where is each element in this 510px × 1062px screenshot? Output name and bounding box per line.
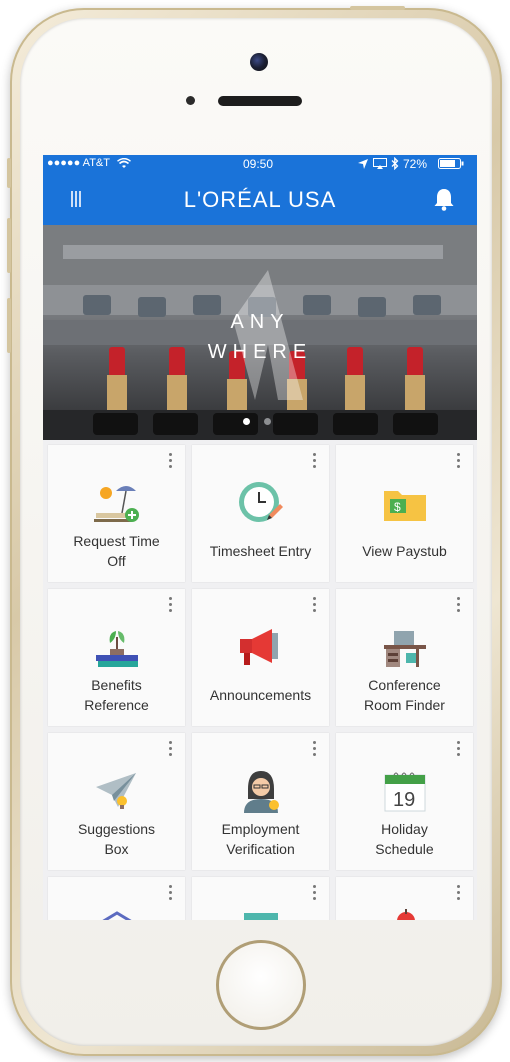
carrier-label: ●●●●● AT&T <box>47 157 110 169</box>
calendar-day: 19 <box>393 789 415 811</box>
more-options-icon[interactable] <box>313 885 317 903</box>
status-bar: ●●●●● AT&T 09:50 72% <box>43 155 477 173</box>
tile-view-paystub[interactable]: $ View Paystub <box>336 445 473 582</box>
desk-icon <box>384 631 426 667</box>
more-options-icon[interactable] <box>313 597 317 615</box>
hero-title-line1: ANY <box>230 311 290 333</box>
hero-banner[interactable]: ANY WHERE <box>43 225 477 440</box>
power-button <box>350 6 405 10</box>
clock-time: 09:50 <box>243 157 274 171</box>
tile-label: Employment Verification <box>221 821 300 857</box>
tile-label: Suggestions Box <box>77 821 156 857</box>
apple-icon <box>397 909 415 920</box>
calendar-icon: 19 <box>384 772 426 812</box>
bell-icon[interactable] <box>433 187 455 211</box>
tile-partial[interactable] <box>336 877 473 920</box>
volume-up-button <box>7 218 11 273</box>
tile-label: Announcements <box>209 687 312 703</box>
tile-announcements[interactable]: Announcements <box>192 589 329 726</box>
tile-employment-verification[interactable]: Employment Verification <box>192 733 329 870</box>
more-options-icon[interactable] <box>169 885 173 903</box>
carousel-dot-active[interactable] <box>243 418 250 425</box>
location-icon <box>358 158 368 172</box>
app-screen: ●●●●● AT&T 09:50 72% L'ORÉAL USA ANY WHE… <box>43 155 477 920</box>
mute-switch <box>7 158 11 188</box>
tile-label: Holiday Schedule <box>375 821 434 857</box>
app-header: L'ORÉAL USA <box>43 173 477 225</box>
megaphone-icon <box>240 629 278 665</box>
more-options-icon[interactable] <box>169 597 173 615</box>
more-options-icon[interactable] <box>169 453 173 471</box>
plant-books-icon <box>96 631 138 667</box>
home-button[interactable] <box>216 940 306 1030</box>
wifi-icon <box>117 157 131 172</box>
app-tile-grid: Request Time Off Timesheet Entry $ View P… <box>43 440 477 920</box>
tile-partial[interactable] <box>192 877 329 920</box>
more-options-icon[interactable] <box>457 597 461 615</box>
tile-conference-room-finder[interactable]: Conference Room Finder <box>336 589 473 726</box>
carousel-dot[interactable] <box>264 418 271 425</box>
document-icon <box>244 913 278 920</box>
carousel-dots <box>243 412 285 430</box>
beach-icon <box>94 486 139 522</box>
front-camera <box>250 53 268 71</box>
tile-label: Conference Room Finder <box>364 677 445 713</box>
proximity-sensor <box>186 96 195 105</box>
more-options-icon[interactable] <box>457 741 461 759</box>
more-options-icon[interactable] <box>313 453 317 471</box>
svg-text:$: $ <box>394 500 401 514</box>
battery-percent: 72% <box>403 157 428 171</box>
more-options-icon[interactable] <box>313 741 317 759</box>
tile-request-time-off[interactable]: Request Time Off <box>48 445 185 582</box>
tile-suggestions-box[interactable]: Suggestions Box <box>48 733 185 870</box>
tile-label: Timesheet Entry <box>209 543 312 559</box>
battery-icon <box>438 158 464 172</box>
clock-icon <box>239 482 283 522</box>
person-icon <box>244 771 279 813</box>
tile-holiday-schedule[interactable]: 19 Holiday Schedule <box>336 733 473 870</box>
airplay-icon <box>373 158 387 172</box>
tile-label: Benefits Reference <box>84 677 149 713</box>
bluetooth-icon <box>391 156 399 173</box>
more-options-icon[interactable] <box>457 885 461 903</box>
brand-logo: L'ORÉAL USA <box>183 187 337 212</box>
tile-label: View Paystub <box>362 543 447 559</box>
folder-dollar-icon: $ <box>384 491 426 521</box>
tile-benefits-reference[interactable]: Benefits Reference <box>48 589 185 726</box>
more-options-icon[interactable] <box>169 741 173 759</box>
volume-down-button <box>7 298 11 353</box>
tile-timesheet-entry[interactable]: Timesheet Entry <box>192 445 329 582</box>
more-options-icon[interactable] <box>457 453 461 471</box>
earpiece-speaker <box>218 96 302 106</box>
tile-partial[interactable] <box>48 877 185 920</box>
tile-label: Request Time Off <box>73 533 160 569</box>
paper-plane-icon <box>96 773 136 809</box>
roof-icon <box>102 911 132 920</box>
hero-title-line2: WHERE <box>207 341 313 363</box>
